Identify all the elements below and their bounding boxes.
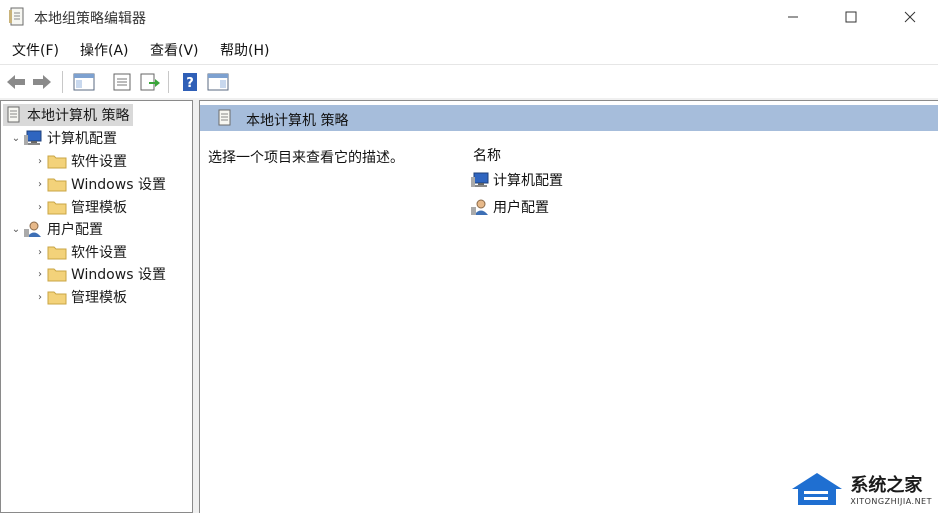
menu-file[interactable]: 文件(F) [12,40,59,60]
menu-view[interactable]: 查看(V) [150,40,199,60]
chevron-right-icon[interactable]: › [33,156,47,167]
tree-item-label: 软件设置 [71,245,127,261]
watermark: 系统之家 XITONGZHIJIA.NET [788,469,932,507]
show-hide-tree-button[interactable] [72,70,96,94]
show-hide-action-pane-icon [207,73,229,91]
folder-icon [47,243,67,261]
computer-icon [470,171,490,189]
properties-icon [113,73,131,91]
folder-icon [47,288,67,306]
tree-item-label: 管理模板 [71,200,127,216]
watermark-sub: XITONGZHIJIA.NET [850,496,932,506]
forward-arrow-icon [33,75,51,89]
user-icon [23,220,43,238]
tree-item-label: 软件设置 [71,154,127,170]
tree-item-computer-software[interactable]: › 软件设置 [33,150,127,172]
list-item-label: 计算机配置 [493,173,563,189]
details-pane: 本地计算机 策略 选择一个项目来查看它的描述。 名称 计算机配置 用户配置 [199,100,938,513]
forward-button[interactable] [30,70,54,94]
list-item-computer-config[interactable]: 计算机配置 [470,169,563,191]
properties-button[interactable] [110,70,134,94]
tree-item-computer-admin[interactable]: › 管理模板 [33,196,127,218]
details-title: 本地计算机 策略 [246,113,349,129]
chevron-right-icon[interactable]: › [33,247,47,258]
help-icon: ? [183,73,197,91]
menu-bar: 文件(F) 操作(A) 查看(V) 帮助(H) [0,36,938,64]
chevron-right-icon[interactable]: › [33,292,47,303]
title-bar: 本地组策略编辑器 [0,0,938,34]
tree-item-user-admin[interactable]: › 管理模板 [33,286,127,308]
help-button[interactable]: ? [178,70,202,94]
toolbar-separator [62,71,63,93]
back-arrow-icon [7,75,25,89]
tree-item-user-software[interactable]: › 软件设置 [33,241,127,263]
menu-help[interactable]: 帮助(H) [220,40,269,60]
tree-item-computer-windows[interactable]: › Windows 设置 [33,173,166,195]
close-icon [904,11,916,23]
show-hide-action-pane-button[interactable] [206,70,230,94]
toolbar: ? [0,64,938,99]
folder-icon [47,175,67,193]
export-list-icon [140,73,160,91]
chevron-down-icon[interactable]: ⌄ [9,224,23,235]
window-title: 本地组策略编辑器 [34,11,146,27]
tree-item-user-windows[interactable]: › Windows 设置 [33,263,166,285]
column-header-name[interactable]: 名称 [473,145,501,165]
details-header: 本地计算机 策略 [200,105,938,131]
minimize-button[interactable] [770,0,816,34]
tree-item-user-config[interactable]: ⌄ 用户配置 [9,218,103,240]
policy-icon [3,106,23,124]
toolbar-separator [168,71,169,93]
close-button[interactable] [887,0,933,34]
chevron-down-icon[interactable]: ⌄ [9,133,23,144]
tree-item-label: Windows 设置 [71,177,166,193]
svg-text:?: ? [186,76,194,91]
tree-item-label: 用户配置 [47,222,103,238]
tree-root-label: 本地计算机 策略 [27,108,130,124]
tree-pane: 本地计算机 策略 ⌄ 计算机配置 › 软件设置 › Windows 设置 › 管… [0,100,193,513]
tree-root[interactable]: 本地计算机 策略 [3,104,134,126]
list-item-user-config[interactable]: 用户配置 [470,196,549,218]
show-hide-tree-icon [73,73,95,91]
back-button[interactable] [4,70,28,94]
tree-item-label: 管理模板 [71,290,127,306]
computer-icon [23,129,43,147]
tree-item-computer-config[interactable]: ⌄ 计算机配置 [9,127,117,149]
export-list-button[interactable] [138,70,162,94]
chevron-right-icon[interactable]: › [33,269,47,280]
house-logo-icon [792,473,843,505]
policy-icon [216,109,232,131]
watermark-main: 系统之家 [850,474,923,496]
menu-action[interactable]: 操作(A) [80,40,129,60]
chevron-right-icon[interactable]: › [33,179,47,190]
folder-icon [47,152,67,170]
policy-app-icon [8,7,26,27]
user-icon [470,198,490,216]
folder-icon [47,198,67,216]
description-text: 选择一个项目来查看它的描述。 [208,150,404,166]
chevron-right-icon[interactable]: › [33,202,47,213]
tree-item-label: 计算机配置 [47,131,117,147]
tree-item-label: Windows 设置 [71,267,166,283]
folder-icon [47,265,67,283]
maximize-button[interactable] [828,0,874,34]
list-item-label: 用户配置 [493,200,549,216]
